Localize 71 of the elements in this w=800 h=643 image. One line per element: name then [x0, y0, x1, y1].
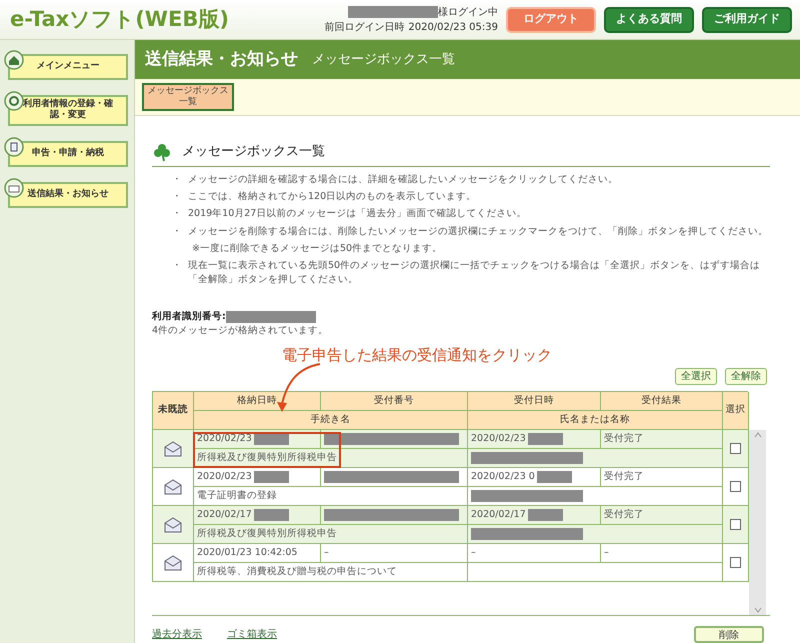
column-header: 受付日時	[514, 394, 554, 408]
table-cell-text: 2020/02/23 0	[471, 470, 535, 484]
envelope-icon	[4, 178, 24, 198]
column-header: 受付結果	[642, 394, 682, 408]
header-nav-button[interactable]: ご利用ガイド	[702, 6, 792, 32]
delete-button[interactable]: 削除	[694, 626, 764, 643]
footer-link[interactable]: 過去分表示	[152, 627, 202, 642]
document-icon	[4, 136, 24, 156]
header-nav-button[interactable]: よくある質問	[604, 6, 694, 32]
footer-link[interactable]: ゴミ箱表示	[227, 627, 277, 642]
note-text: メッセージを削除する場合には、削除したいメッセージの選択欄にチェックマークをつけて、「削除」ボタンを押してください。	[188, 224, 768, 238]
select-all-button[interactable]: 全選択	[675, 368, 717, 385]
last-login-label: 前回ログイン日時	[324, 20, 404, 34]
table-cell-text: 所得税等、消費税及び贈与税の申告について	[197, 564, 397, 579]
table-cell-text: 2020/02/17	[197, 508, 252, 522]
login-status: 様ログイン中	[438, 6, 498, 20]
bullet: ・	[172, 207, 182, 222]
column-header: 手続き名	[310, 412, 350, 427]
table-cell-text: –	[604, 546, 609, 560]
column-header: 選択	[726, 403, 746, 418]
note-text: ここでは、格納されてから120日以内のものを表示しています。	[188, 190, 476, 204]
subnav-tab[interactable]: メッセージボックス一覧	[142, 82, 234, 111]
column-header: 受付番号	[374, 394, 414, 408]
select-checkbox[interactable]	[730, 443, 741, 454]
select-checkbox[interactable]	[730, 481, 741, 492]
table-cell-text: –	[471, 546, 476, 560]
envelope-icon	[164, 440, 182, 456]
table-cell-text: 2020/01/23 10:42:05	[197, 546, 298, 560]
annotation-text: 電子申告した結果の受信通知をクリック	[282, 346, 552, 364]
page-subtitle: メッセージボックス一覧	[312, 50, 455, 69]
logo: e-Taxソフト(WEB版)	[10, 6, 230, 33]
column-header: 氏名または名称	[560, 412, 630, 427]
note-subtext: ※一度に削除できるメッセージは50件までとなります。	[191, 242, 444, 256]
note-text: 2019年10月27日以前のメッセージは「過去分」画面で確認してください。	[188, 207, 526, 222]
table-cell-text: 受付完了	[604, 432, 644, 446]
table-cell-text: 2020/02/17	[471, 508, 526, 522]
note-text: 現在一覧に表示されている先頭50件のメッセージの選択欄に一括でチェックをつける場合は「全選択」ボタンを、はずす場合は「全解除」ボタンを押してください。	[188, 259, 762, 288]
bullet: ・	[172, 224, 182, 238]
table-cell-text: 2020/02/23	[471, 432, 526, 446]
select-all-button[interactable]: 全解除	[725, 368, 767, 385]
envelope-icon	[164, 516, 182, 532]
home-icon	[4, 50, 24, 70]
table-cell-text: 所得税及び復興特別所得税申告	[197, 450, 337, 465]
table-cell-text: 電子証明書の登録	[197, 488, 277, 503]
table-cell-text: 所得税及び復興特別所得税申告	[197, 526, 337, 541]
bullet: ・	[172, 259, 182, 273]
table-cell-text: 受付完了	[604, 470, 644, 484]
envelope-icon	[164, 554, 182, 570]
table-cell-text: 2020/02/23	[197, 432, 252, 446]
page-title: 送信結果・お知らせ	[145, 48, 298, 71]
column-header: 格納日時	[237, 394, 277, 408]
clover-icon	[152, 142, 172, 162]
column-header: 未既読	[158, 403, 188, 418]
user-icon	[4, 91, 24, 111]
envelope-icon	[164, 478, 182, 494]
message-row[interactable]: 2020/02/23 2020/02/23 受付完了 所得税及び復興特別所得税申告	[152, 430, 749, 468]
section-title: メッセージボックス一覧	[182, 143, 325, 161]
select-checkbox[interactable]	[730, 519, 741, 530]
user-id-label: 利用者識別番号:	[152, 310, 226, 324]
table-cell-text: 2020/02/23	[197, 470, 252, 484]
select-checkbox[interactable]	[730, 557, 741, 568]
message-row[interactable]: 2020/02/17 2020/02/17 受付完了 所得税及び復興特別所得税申告	[152, 506, 749, 544]
message-row[interactable]: 2020/01/23 10:42:05 – – – 所得税等、消費税及び贈与税の申告について	[152, 544, 749, 582]
bullet: ・	[172, 172, 182, 187]
note-text: メッセージの詳細を確認する場合には、詳細を確認したいメッセージをクリックしてください。	[188, 172, 618, 187]
bullet: ・	[172, 190, 182, 204]
table-cell-text: –	[324, 546, 329, 560]
table-cell-text: 受付完了	[604, 508, 644, 522]
message-count: 4件のメッセージが格納されています。	[152, 324, 330, 338]
last-login-time: 2020/02/23 05:39	[408, 20, 498, 34]
message-row[interactable]: 2020/02/23 2020/02/23 0 受付完了 電子証明書の登録	[152, 468, 749, 506]
